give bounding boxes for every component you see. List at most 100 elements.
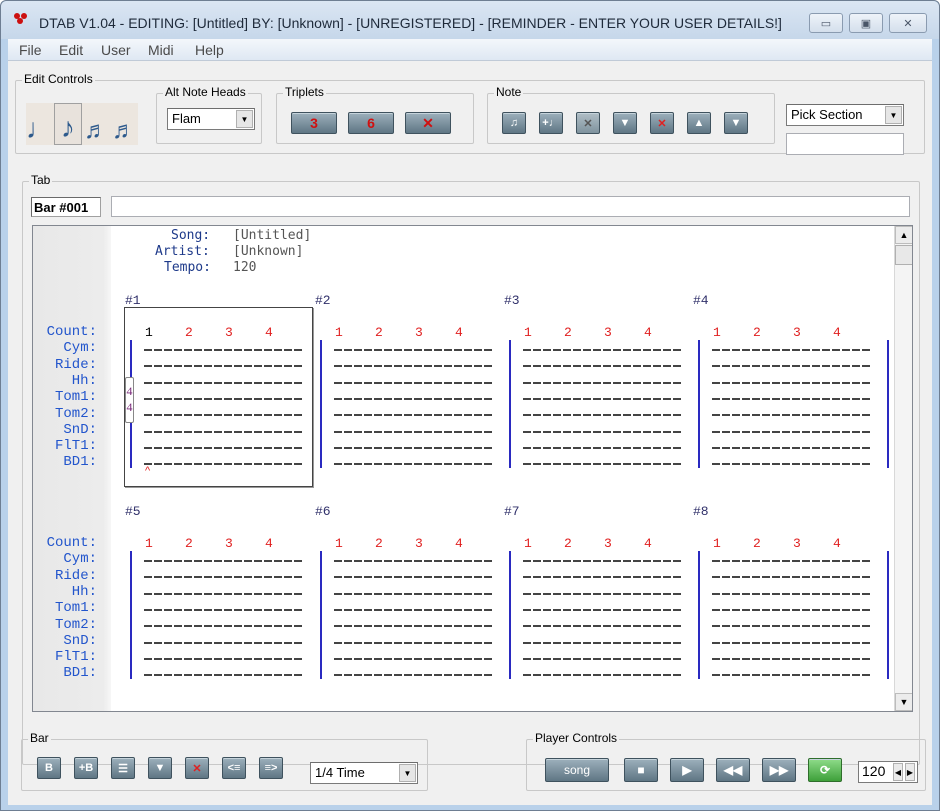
staff-line[interactable] [712, 446, 870, 449]
staff-line[interactable] [523, 430, 681, 433]
maximize-button[interactable]: ▣ [849, 13, 883, 33]
staff-line[interactable] [334, 446, 492, 449]
staff-line[interactable] [523, 576, 681, 579]
stop-button[interactable]: ■ [624, 758, 658, 782]
quarter-note-button[interactable]: ♩ [26, 103, 54, 145]
staff-line[interactable] [523, 657, 681, 660]
tab-editor[interactable]: Song: [Untitled] Artist: [Unknown] Tempo… [32, 225, 913, 712]
staff-line[interactable] [523, 365, 681, 368]
bar-text-input[interactable] [111, 196, 910, 217]
staff-line[interactable] [334, 463, 492, 466]
staff-line[interactable] [712, 414, 870, 417]
tempo-decrease-icon[interactable]: ◀ [893, 763, 903, 781]
staff-line[interactable] [144, 592, 302, 595]
staff-line[interactable] [523, 349, 681, 351]
scroll-up-button[interactable]: ▲ [895, 226, 912, 244]
staff-line[interactable] [712, 349, 870, 351]
staff-line[interactable] [712, 430, 870, 433]
menu-user[interactable]: User [101, 42, 131, 58]
staff-line[interactable] [712, 560, 870, 562]
staff-line[interactable] [712, 576, 870, 579]
time-division-select[interactable]: 1/4 Time ▼ [310, 762, 418, 784]
menu-file[interactable]: File [19, 42, 42, 58]
staff-line[interactable] [334, 625, 492, 628]
close-button[interactable]: ✕ [889, 13, 927, 33]
staff-line[interactable] [334, 592, 492, 595]
staff-line[interactable] [523, 592, 681, 595]
staff-line[interactable] [523, 560, 681, 562]
section-name-input[interactable] [786, 133, 904, 155]
staff-line[interactable] [334, 560, 492, 562]
scroll-thumb[interactable] [895, 245, 912, 265]
menu-help[interactable]: Help [195, 42, 224, 58]
staff-line[interactable] [334, 608, 492, 611]
staff-line[interactable] [523, 625, 681, 628]
staff-line[interactable] [523, 381, 681, 384]
staff-line[interactable] [523, 674, 681, 677]
note-split-button[interactable]: ♫ [502, 112, 526, 134]
staff-line[interactable] [144, 560, 302, 562]
bar-clear-button[interactable]: ☰ [111, 757, 135, 779]
staff-line[interactable] [144, 576, 302, 579]
bar-delete-button[interactable]: ✕ [185, 757, 209, 779]
staff-line[interactable] [144, 657, 302, 660]
staff-line[interactable] [144, 674, 302, 677]
bar-copy-button[interactable]: B [37, 757, 61, 779]
note-clear-button[interactable]: ✕ [576, 112, 600, 134]
staff-line[interactable] [523, 463, 681, 466]
note-delete-button[interactable]: ✕ [650, 112, 674, 134]
staff-line[interactable] [334, 349, 492, 351]
staff-line[interactable] [712, 674, 870, 677]
menu-midi[interactable]: Midi [148, 42, 174, 58]
staff-line[interactable] [334, 397, 492, 400]
staff-line[interactable] [712, 463, 870, 466]
bar-shift-left-button[interactable]: <≡ [222, 757, 246, 779]
bar-shift-right-button[interactable]: ≡> [259, 757, 283, 779]
tempo-increase-icon[interactable]: ▶ [905, 763, 915, 781]
tempo-spinner[interactable]: 120 ◀ ▶ [858, 761, 918, 783]
staff-line[interactable] [712, 397, 870, 400]
pick-section-select[interactable]: Pick Section ▼ [786, 104, 904, 126]
staff-line[interactable] [712, 657, 870, 660]
note-up-button[interactable]: ▲ [687, 112, 711, 134]
staff-line[interactable] [712, 592, 870, 595]
staff-line[interactable] [334, 430, 492, 433]
play-button[interactable]: ▶ [670, 758, 704, 782]
note-flip-button[interactable]: ▼ [613, 112, 637, 134]
staff-line[interactable] [523, 397, 681, 400]
bar-insert-button[interactable]: +B [74, 757, 98, 779]
staff-line[interactable] [523, 641, 681, 644]
note-down-button[interactable]: ▼ [724, 112, 748, 134]
staff-line[interactable] [334, 657, 492, 660]
staff-line[interactable] [712, 365, 870, 368]
staff-line[interactable] [523, 446, 681, 449]
song-button[interactable]: song [545, 758, 609, 782]
staff-line[interactable] [334, 381, 492, 384]
scroll-down-button[interactable]: ▼ [895, 693, 912, 711]
menu-edit[interactable]: Edit [59, 42, 83, 58]
staff-line[interactable] [334, 414, 492, 417]
loop-button[interactable]: ⟳ [808, 758, 842, 782]
rewind-button[interactable]: ◀◀ [716, 758, 750, 782]
triplet-clear-button[interactable]: ✕ [405, 112, 451, 134]
staff-line[interactable] [523, 414, 681, 417]
note-insert-button[interactable]: +♩ [539, 112, 563, 134]
staff-line[interactable] [144, 608, 302, 611]
staff-line[interactable] [334, 674, 492, 677]
staff-line[interactable] [712, 608, 870, 611]
staff-line[interactable] [334, 365, 492, 368]
sixteenth-note-button[interactable]: ♬ [82, 103, 110, 145]
staff-line[interactable] [144, 625, 302, 628]
bar-flip-button[interactable]: ▼ [148, 757, 172, 779]
staff-line[interactable] [334, 576, 492, 579]
staff-line[interactable] [334, 641, 492, 644]
minimize-button[interactable]: ▭ [809, 13, 843, 33]
triplet-6-button[interactable]: 6 [348, 112, 394, 134]
eighth-note-button[interactable]: ♪ [54, 103, 82, 145]
staff-line[interactable] [144, 641, 302, 644]
triplet-3-button[interactable]: 3 [291, 112, 337, 134]
selected-bar-box[interactable] [124, 307, 313, 487]
staff-line[interactable] [712, 625, 870, 628]
vertical-scrollbar[interactable]: ▲ ▼ [894, 226, 912, 711]
staff-line[interactable] [712, 641, 870, 644]
